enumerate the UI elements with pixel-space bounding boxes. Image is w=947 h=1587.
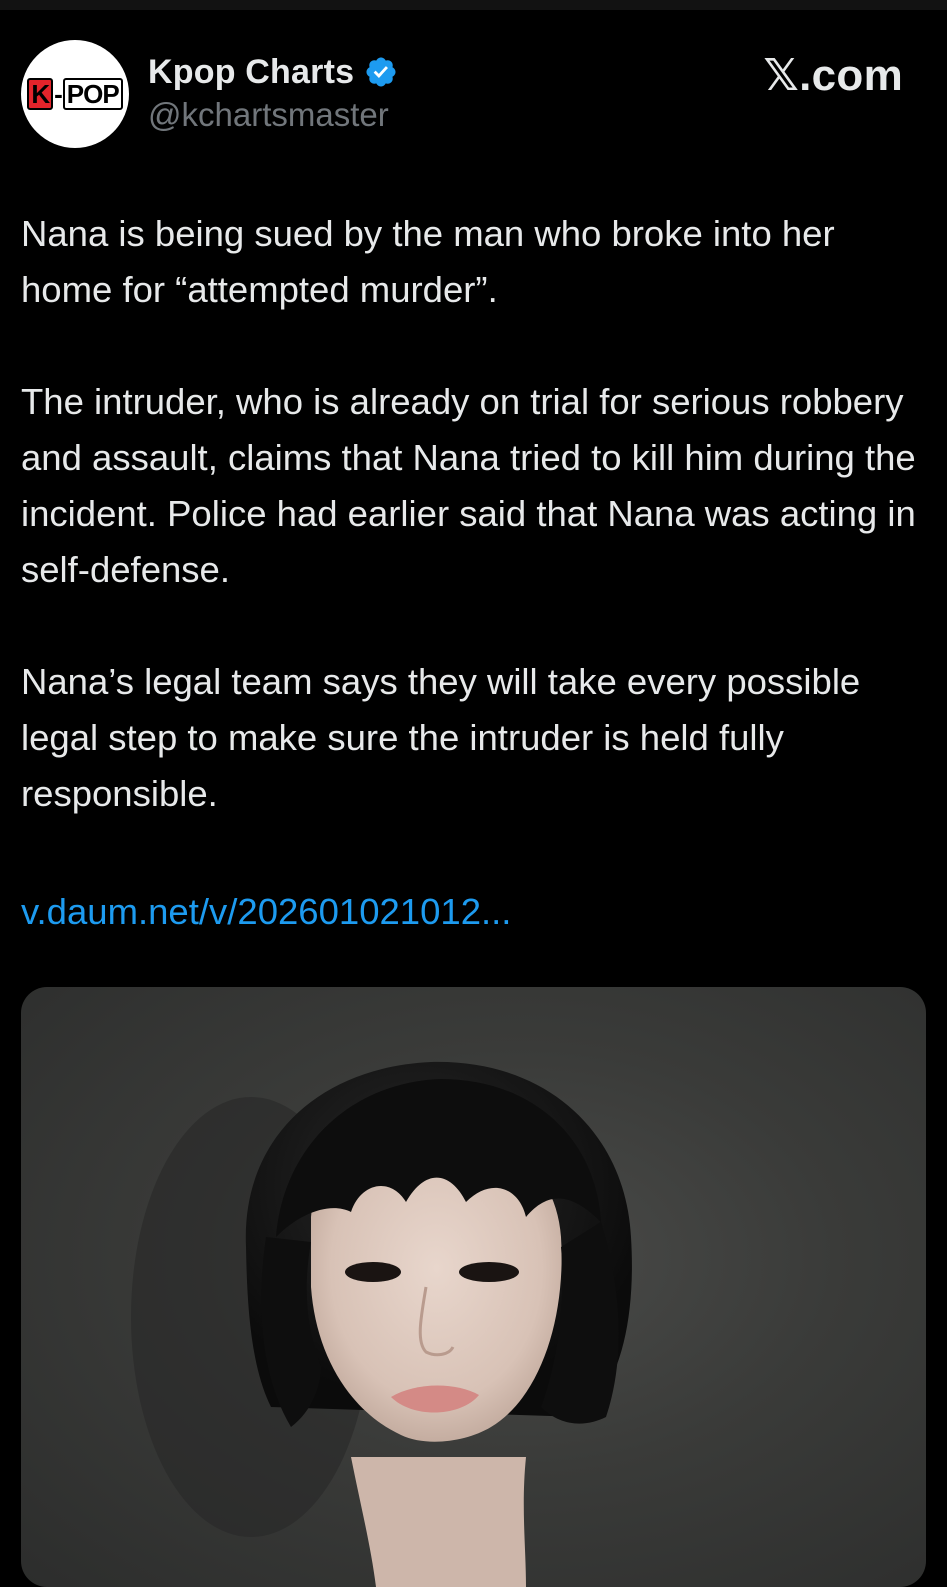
- portrait-illustration: [131, 1061, 632, 1587]
- verified-badge-icon: [364, 55, 398, 89]
- kpop-logo-right: POP: [62, 78, 123, 110]
- tweet-link[interactable]: v.daum.net/v/202601021012...: [21, 884, 511, 940]
- tweet-text: Nana is being sued by the man who broke …: [21, 206, 926, 878]
- author-display-name[interactable]: Kpop Charts: [148, 53, 354, 92]
- author-name-row: Kpop Charts: [148, 51, 398, 93]
- kpop-logo-left: K: [27, 78, 54, 110]
- tweet-paragraph: Nana’s legal team says they will take ev…: [21, 661, 861, 814]
- tweet-paragraph: Nana is being sued by the man who broke …: [21, 213, 835, 310]
- author-handle[interactable]: @kchartsmaster: [148, 96, 389, 134]
- kpop-logo: K - POP: [27, 78, 123, 110]
- avatar[interactable]: K - POP: [21, 40, 129, 148]
- tweet-post: K - POP Kpop Charts @kchartsmaster 𝕏.com…: [0, 10, 947, 1587]
- tweet-paragraph: The intruder, who is already on trial fo…: [21, 381, 916, 590]
- media-photo[interactable]: [21, 987, 926, 1587]
- status-bar-strip: [0, 0, 947, 10]
- x-com-brand: 𝕏.com: [763, 51, 903, 100]
- kpop-logo-separator: -: [54, 79, 63, 109]
